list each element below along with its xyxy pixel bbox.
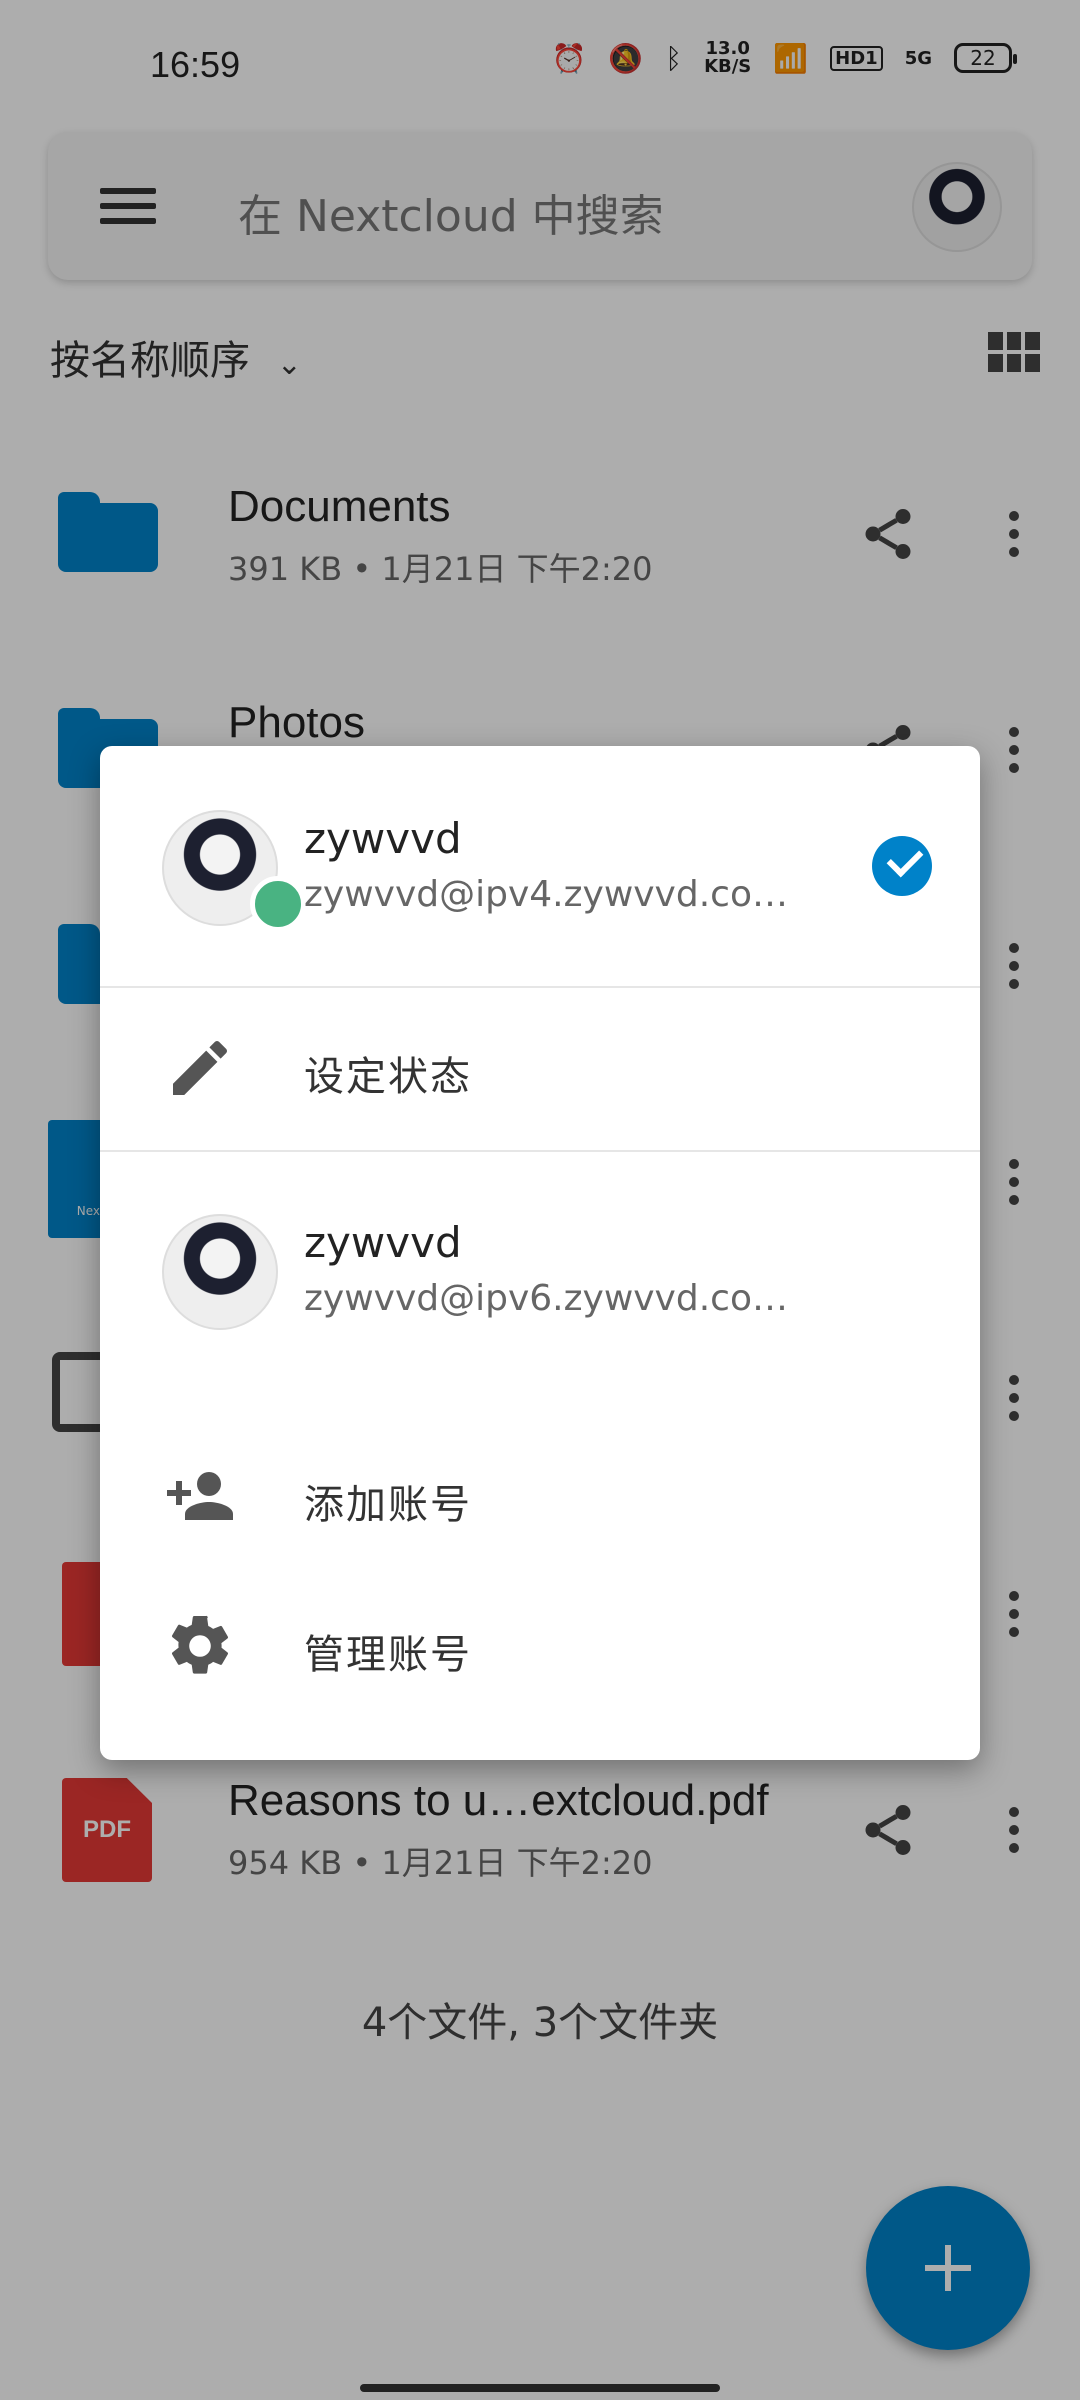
account-server: zywvvd@ipv4.zywvvd.co… xyxy=(304,874,788,915)
set-status-item[interactable]: 设定状态 xyxy=(100,988,980,1150)
manage-accounts-item[interactable]: 管理账号 xyxy=(100,1576,980,1716)
add-person-icon xyxy=(167,1472,233,1520)
set-status-label: 设定状态 xyxy=(304,1054,472,1100)
check-icon xyxy=(872,836,932,896)
account-item-ipv4[interactable]: zywvvd zywvvd@ipv4.zywvvd.co… xyxy=(100,746,980,986)
account-item-ipv6[interactable]: zywvvd zywvvd@ipv6.zywvvd.co… xyxy=(100,1152,980,1392)
home-indicator[interactable] xyxy=(360,2384,720,2392)
account-server: zywvvd@ipv6.zywvvd.co… xyxy=(304,1278,788,1319)
online-status-dot xyxy=(250,876,306,932)
pencil-icon xyxy=(173,1040,228,1095)
account-name: zywvvd xyxy=(304,814,462,863)
avatar xyxy=(162,1214,278,1330)
account-name: zywvvd xyxy=(304,1218,462,1267)
add-account-label: 添加账号 xyxy=(304,1482,472,1528)
manage-accounts-label: 管理账号 xyxy=(304,1632,472,1678)
account-switcher-dialog: zywvvd zywvvd@ipv4.zywvvd.co… 设定状态 zywvv… xyxy=(100,746,980,1760)
gear-icon xyxy=(171,1615,229,1674)
add-account-item[interactable]: 添加账号 xyxy=(100,1426,980,1566)
